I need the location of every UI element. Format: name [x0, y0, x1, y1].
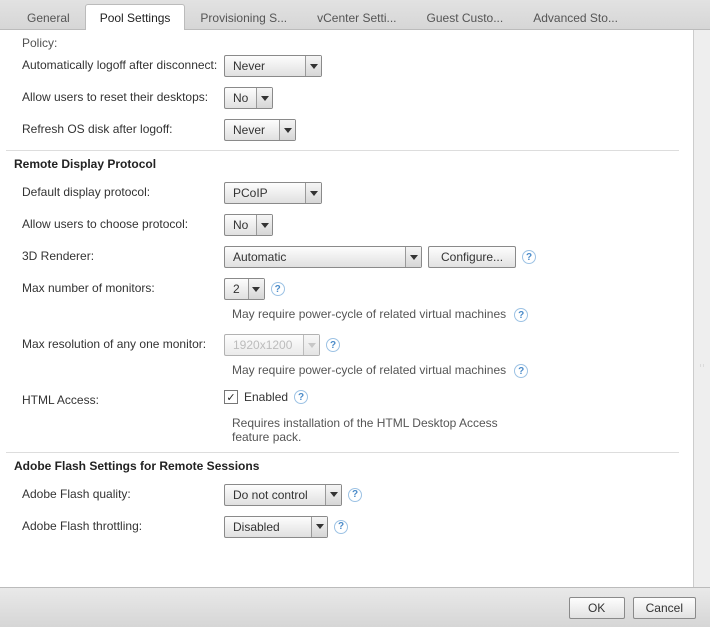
refresh-os-label: Refresh OS disk after logoff: [14, 119, 224, 138]
tab-vcenter-settings[interactable]: vCenter Setti... [302, 4, 411, 30]
html-access-checkbox[interactable]: ✓ [224, 390, 238, 404]
chevron-down-icon [305, 183, 321, 203]
default-protocol-select[interactable]: PCoIP [224, 182, 322, 204]
auto-logoff-label: Automatically logoff after disconnect: [14, 55, 224, 74]
chevron-down-icon [311, 517, 327, 537]
powercycle-note: May require power-cycle of related virtu… [232, 305, 506, 325]
default-protocol-label: Default display protocol: [14, 182, 224, 201]
tab-guest-custo[interactable]: Guest Custo... [412, 4, 519, 30]
help-icon[interactable]: ? [514, 308, 528, 322]
remote-display-header: Remote Display Protocol [14, 151, 671, 177]
chevron-down-icon [248, 279, 264, 299]
max-monitors-label: Max number of monitors: [14, 278, 224, 297]
help-icon[interactable]: ? [522, 250, 536, 264]
3d-renderer-select[interactable]: Automatic [224, 246, 422, 268]
chevron-down-icon [279, 120, 295, 140]
flash-throttle-select[interactable]: Disabled [224, 516, 328, 538]
tab-provisioning[interactable]: Provisioning S... [185, 4, 302, 30]
allow-reset-select[interactable]: No [224, 87, 273, 109]
max-resolution-select: 1920x1200 [224, 334, 320, 356]
policy-label-cut: Policy: [14, 36, 671, 50]
tab-pool-settings[interactable]: Pool Settings [85, 4, 186, 30]
chevron-down-icon [405, 247, 421, 267]
help-icon[interactable]: ? [348, 488, 362, 502]
chevron-down-icon [256, 215, 272, 235]
chevron-down-icon [303, 335, 319, 355]
auto-logoff-select[interactable]: Never [224, 55, 322, 77]
help-icon[interactable]: ? [294, 390, 308, 404]
help-icon[interactable]: ? [326, 338, 340, 352]
html-access-label: HTML Access: [14, 390, 224, 409]
scrollbar-track[interactable]: ⋮⋮ [694, 30, 710, 587]
help-icon[interactable]: ? [334, 520, 348, 534]
chevron-down-icon [325, 485, 341, 505]
max-resolution-label: Max resolution of any one monitor: [14, 334, 224, 353]
tab-bar: General Pool Settings Provisioning S... … [0, 0, 710, 30]
flash-quality-label: Adobe Flash quality: [14, 484, 224, 503]
refresh-os-select[interactable]: Never [224, 119, 296, 141]
html-access-note: Requires installation of the HTML Deskto… [232, 414, 531, 448]
dialog-footer: OK Cancel [0, 587, 710, 627]
configure-button[interactable]: Configure... [428, 246, 516, 268]
powercycle-note-2: May require power-cycle of related virtu… [232, 361, 506, 381]
chevron-down-icon [256, 88, 272, 108]
chevron-down-icon [305, 56, 321, 76]
allow-reset-label: Allow users to reset their desktops: [14, 87, 224, 106]
html-access-enabled-label: Enabled [244, 390, 288, 404]
allow-choose-protocol-label: Allow users to choose protocol: [14, 214, 224, 233]
3d-renderer-label: 3D Renderer: [14, 246, 224, 265]
max-monitors-select[interactable]: 2 [224, 278, 265, 300]
resize-grip-icon: ⋮⋮ [699, 364, 707, 378]
help-icon[interactable]: ? [514, 364, 528, 378]
flash-throttle-label: Adobe Flash throttling: [14, 516, 224, 535]
cancel-button[interactable]: Cancel [633, 597, 696, 619]
allow-choose-protocol-select[interactable]: No [224, 214, 273, 236]
content-scroll[interactable]: Policy: Automatically logoff after disco… [0, 30, 694, 587]
ok-button[interactable]: OK [569, 597, 625, 619]
help-icon[interactable]: ? [271, 282, 285, 296]
flash-quality-select[interactable]: Do not control [224, 484, 342, 506]
flash-header: Adobe Flash Settings for Remote Sessions [14, 453, 671, 479]
tab-advanced-storage[interactable]: Advanced Sto... [518, 4, 633, 30]
tab-general[interactable]: General [12, 4, 85, 30]
